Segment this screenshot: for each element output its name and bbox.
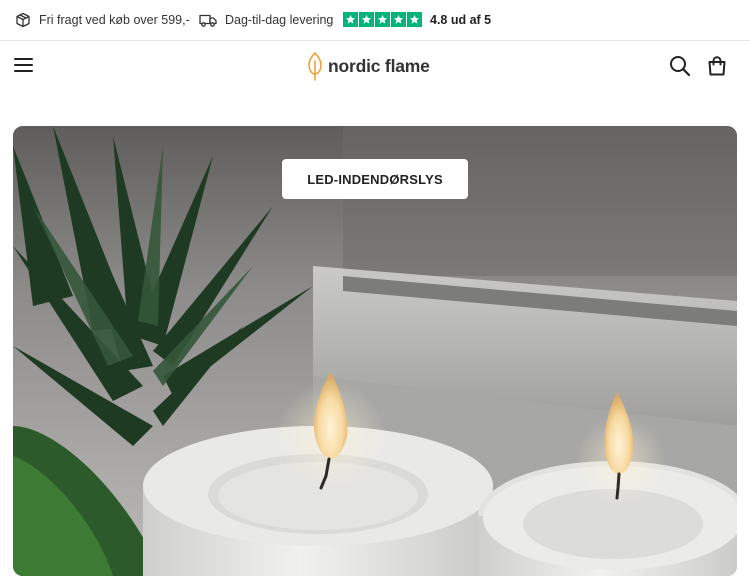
menu-button[interactable] [14, 56, 34, 74]
menu-icon [14, 58, 33, 72]
logo-text: nordic flame [328, 55, 430, 76]
logo[interactable]: nordic flame [306, 51, 430, 81]
hero-banner[interactable]: LED-INDENDØRSLYS [13, 126, 737, 576]
star-icon [359, 12, 374, 27]
star-icon [391, 12, 406, 27]
trustpilot-rating[interactable]: 4.8 ud af 5 [343, 12, 491, 27]
top-bar: Fri fragt ved køb over 599,- Dag-til-dag… [0, 0, 750, 41]
usp-delivery: Dag-til-dag levering [199, 12, 333, 28]
site-header: nordic flame [0, 42, 750, 92]
rating-text: 4.8 ud af 5 [430, 12, 492, 27]
rating-stars [343, 12, 422, 27]
category-button[interactable]: LED-INDENDØRSLYS [282, 159, 468, 199]
usp-delivery-text: Dag-til-dag levering [225, 13, 334, 27]
bag-icon [708, 56, 726, 76]
category-button-label: LED-INDENDØRSLYS [307, 171, 443, 187]
usp-free-shipping-text: Fri fragt ved køb over 599,- [39, 13, 190, 27]
star-icon [343, 12, 358, 27]
search-icon [670, 56, 691, 77]
cart-button[interactable] [706, 55, 728, 77]
star-icon [375, 12, 390, 27]
search-button[interactable] [669, 55, 691, 77]
usp-free-shipping: Fri fragt ved køb over 599,- [15, 12, 190, 28]
star-icon [407, 12, 422, 27]
flame-leaf-icon [308, 51, 322, 81]
package-icon [16, 12, 30, 28]
truck-icon [199, 14, 217, 27]
